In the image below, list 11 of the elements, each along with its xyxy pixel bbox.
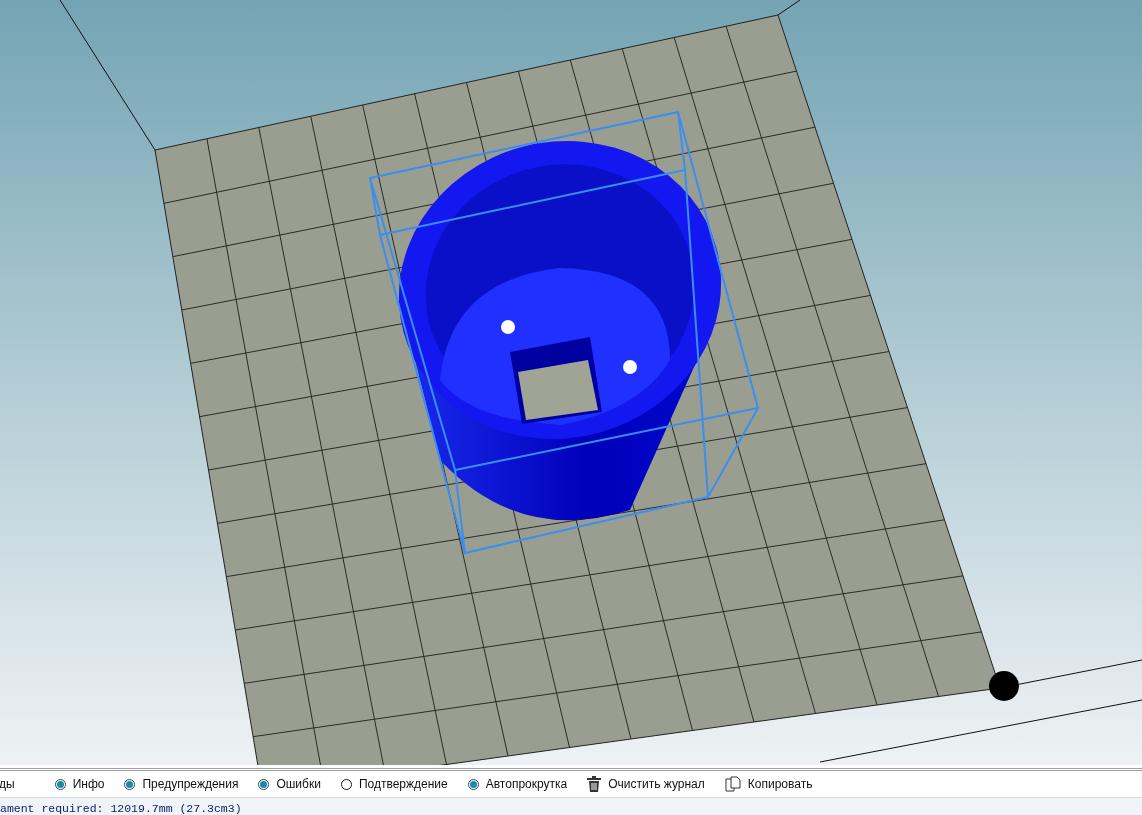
clear-log-button[interactable]: Очистить журнал: [587, 776, 705, 792]
log-line: ament required: 12019.7mm (27.3cm3): [0, 802, 242, 815]
radio-option[interactable]: Автопрокрутка: [467, 777, 568, 791]
copy-button[interactable]: Копировать: [724, 776, 813, 792]
copy-icon: [724, 776, 741, 792]
origin-marker: [989, 671, 1019, 701]
trash-icon: [587, 776, 602, 792]
radio-option[interactable]: Ошибки: [258, 777, 321, 791]
radio-option[interactable]: Подтверждение: [340, 777, 448, 791]
radio-option[interactable]: Предупреждения: [124, 777, 239, 791]
radio-option[interactable]: Инфо: [54, 777, 105, 791]
